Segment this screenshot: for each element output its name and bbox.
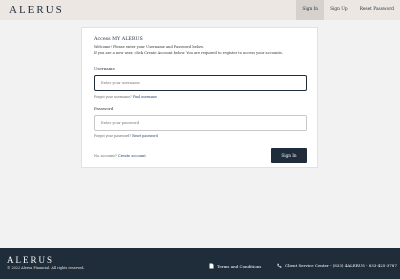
terms-link[interactable]: Terms and Conditions [209,263,261,269]
no-account: No account? Create account [94,154,146,158]
login-title: Access MY ALERUS [94,37,143,42]
find-username-link[interactable]: Find username [133,95,157,99]
client-service-link[interactable]: Client Service Center - (833) 4ALERUS - … [277,263,397,268]
footer-logo: ALERUS [7,255,55,265]
terms-label: Terms and Conditions [217,263,262,269]
forgot-username-text: Forgot your username? [94,95,132,99]
login-card: Access MY ALERUS Welcome! Please enter y… [81,27,318,168]
client-service-label: Client Service Center - (833) 4ALERUS - … [285,263,397,268]
no-account-text: No account? [94,154,117,158]
create-account-link[interactable]: Create account [118,154,146,158]
footer-copyright: © 2022 Alerus Financial. All rights rese… [7,266,85,270]
login-intro-line1: Welcome! Please enter your Username and … [94,45,204,49]
footer: ALERUS © 2022 Alerus Financial. All righ… [0,248,400,279]
phone-icon [277,263,282,268]
password-input[interactable] [94,115,307,131]
document-icon [209,263,214,269]
nav-reset-password[interactable]: Reset Password [354,0,400,20]
forgot-username: Forgot your username? Find username [94,95,157,99]
forgot-password: Forgot your password? Reset password [94,134,158,138]
reset-password-link[interactable]: Reset password [132,134,158,138]
username-input[interactable] [94,75,307,91]
login-intro-line2: If you are a new user, click Create Acco… [94,51,283,55]
sign-in-button[interactable]: Sign In [271,148,307,163]
password-label: Password [94,106,114,111]
top-nav: Sign In Sign Up Reset Password [296,0,400,20]
username-label: Username [94,66,115,71]
alerus-logo[interactable]: ALERUS [9,4,64,16]
forgot-password-text: Forgot your password? [94,134,132,138]
top-bar: ALERUS Sign In Sign Up Reset Password [0,0,400,20]
nav-sign-in[interactable]: Sign In [296,0,325,20]
nav-sign-up[interactable]: Sign Up [324,0,354,20]
